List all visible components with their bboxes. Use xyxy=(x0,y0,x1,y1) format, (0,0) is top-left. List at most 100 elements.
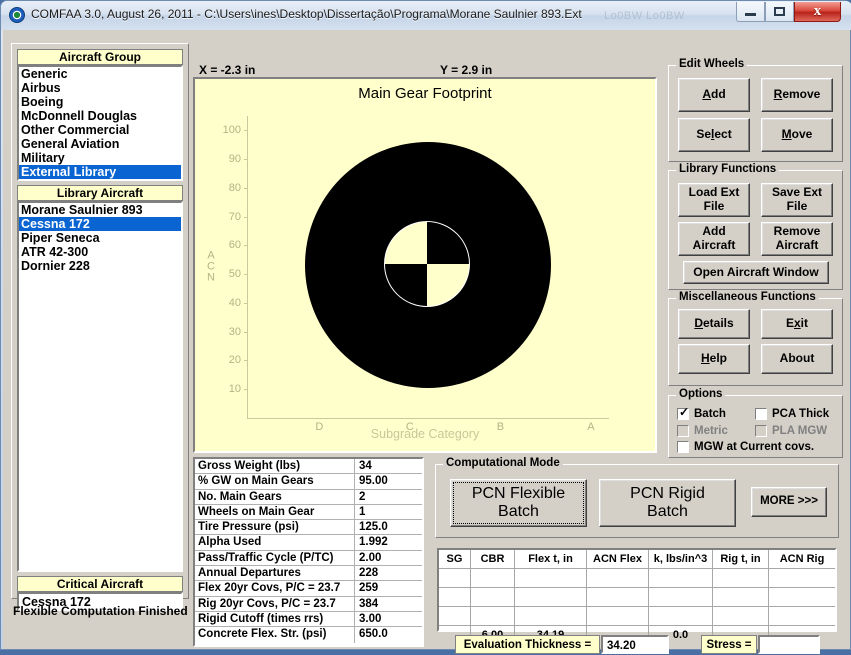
check-icon: ✓ xyxy=(679,405,690,419)
parameter-row[interactable]: No. Main Gears 2 xyxy=(195,489,422,505)
aircraft-group-item-6[interactable]: Military xyxy=(19,151,181,165)
close-button[interactable]: x xyxy=(794,2,841,22)
results-cell[interactable] xyxy=(713,569,769,587)
results-cell[interactable] xyxy=(439,569,471,587)
results-cell[interactable] xyxy=(649,607,713,625)
results-cell[interactable] xyxy=(769,607,835,625)
parameter-value[interactable]: 2.00 xyxy=(355,551,422,565)
help-button[interactable]: Help xyxy=(678,344,750,374)
results-cell[interactable] xyxy=(515,607,587,625)
results-row[interactable] xyxy=(439,569,835,588)
library-aircraft-item-0[interactable]: Morane Saulnier 893 xyxy=(19,203,181,217)
library-aircraft-item-1[interactable]: Cessna 172 xyxy=(19,217,181,231)
remove-aircraft-button[interactable]: Remove Aircraft xyxy=(761,222,833,256)
parameter-row[interactable]: Rigid Cutoff (times rrs) 3.00 xyxy=(195,611,422,628)
results-row[interactable] xyxy=(439,607,835,626)
about-button[interactable]: About xyxy=(761,344,833,374)
option-batch[interactable]: ✓ Batch xyxy=(677,405,726,420)
checkbox-icon[interactable] xyxy=(677,441,689,453)
parameter-value[interactable]: 2 xyxy=(355,490,422,504)
parameter-label: Annual Departures xyxy=(195,566,355,581)
more-button[interactable]: MORE >>> xyxy=(751,487,827,517)
results-cell[interactable] xyxy=(587,607,649,625)
library-aircraft-item-2[interactable]: Piper Seneca xyxy=(19,231,181,245)
checkbox-icon[interactable]: ✓ xyxy=(677,405,690,420)
parameter-row[interactable]: Gross Weight (lbs) 34 xyxy=(195,459,422,475)
main-gear-footprint-chart[interactable]: Main Gear Footprint ACN Subgrade Categor… xyxy=(193,77,657,453)
minimize-button[interactable] xyxy=(736,2,765,22)
aircraft-group-item-7[interactable]: External Library xyxy=(19,165,181,179)
aircraft-group-item-4[interactable]: Other Commercial xyxy=(19,123,181,137)
stress-value[interactable] xyxy=(758,635,820,654)
parameter-row[interactable]: Wheels on Main Gear 1 xyxy=(195,504,422,521)
option-mgw-at-current-covs[interactable]: MGW at Current covs. xyxy=(677,441,814,453)
select-wheel-button[interactable]: Se l ect xyxy=(678,118,750,152)
results-cell[interactable] xyxy=(713,607,769,625)
results-header-row: SG CBR Flex t, in ACN Flex k, lbs/in^3 Rig t,… xyxy=(439,550,835,569)
results-cell[interactable] xyxy=(515,588,587,606)
results-cell[interactable] xyxy=(471,607,515,625)
parameter-value[interactable]: 3.00 xyxy=(355,612,422,626)
parameter-row[interactable]: Annual Departures 228 xyxy=(195,566,422,582)
parameter-value[interactable]: 228 xyxy=(355,566,422,580)
results-cell[interactable] xyxy=(649,569,713,587)
parameter-value[interactable]: 1.992 xyxy=(355,535,422,549)
aircraft-group-item-5[interactable]: General Aviation xyxy=(19,137,181,151)
aircraft-group-item-3[interactable]: McDonnell Douglas xyxy=(19,109,181,123)
option-pca-thick[interactable]: PCA Thick xyxy=(755,408,829,420)
results-cell[interactable] xyxy=(515,569,587,587)
parameter-value[interactable]: 384 xyxy=(355,597,422,611)
parameter-value[interactable]: 125.0 xyxy=(355,520,422,534)
footprint-inner-circle xyxy=(384,221,470,307)
parameter-value[interactable]: 34 xyxy=(355,459,422,473)
aircraft-group-item-1[interactable]: Airbus xyxy=(19,81,181,95)
pcn-flexible-batch-button[interactable]: PCN Flexible Batch xyxy=(450,479,587,527)
parameter-value[interactable]: 259 xyxy=(355,581,422,595)
parameter-row[interactable]: Concrete Flex. Str. (psi) 650.0 xyxy=(195,627,422,643)
exit-button[interactable]: Ex it xyxy=(761,309,833,339)
results-cell[interactable] xyxy=(649,588,713,606)
aircraft-parameter-table[interactable]: Gross Weight (lbs) 34% GW on Main Gears 95… xyxy=(193,457,424,647)
results-grid[interactable]: SG CBR Flex t, in ACN Flex k, lbs/in^3 Rig t,… xyxy=(437,548,837,645)
library-aircraft-item-3[interactable]: ATR 42-300 xyxy=(19,245,181,259)
parameter-row[interactable]: Rig 20yr Covs, P/C = 23.7 384 xyxy=(195,596,422,612)
move-wheel-button[interactable]: Move xyxy=(761,118,833,152)
parameter-row[interactable]: Tire Pressure (psi) 125.0 xyxy=(195,520,422,536)
aircraft-group-item-2[interactable]: Boeing xyxy=(19,95,181,109)
parameter-value[interactable]: 1 xyxy=(355,505,422,519)
results-cell[interactable] xyxy=(587,569,649,587)
parameter-value[interactable]: 95.00 xyxy=(355,474,422,488)
aircraft-group-item-0[interactable]: Generic xyxy=(19,67,181,81)
library-aircraft-item-4[interactable]: Dornier 228 xyxy=(19,259,181,273)
results-row[interactable] xyxy=(439,588,835,607)
results-cell[interactable] xyxy=(769,588,835,606)
maximize-button[interactable] xyxy=(765,2,794,22)
checkbox-icon[interactable] xyxy=(755,408,767,420)
save-ext-file-button[interactable]: Save Ext File xyxy=(761,183,833,217)
results-column-header: k, lbs/in^3 xyxy=(649,550,713,568)
load-ext-file-button[interactable]: Load Ext File xyxy=(678,183,750,217)
pcn-rigid-batch-button[interactable]: PCN Rigid Batch xyxy=(599,479,736,527)
results-cell[interactable] xyxy=(769,569,835,587)
evaluation-thickness-value[interactable]: 34.20 xyxy=(601,635,669,654)
add-wheel-button[interactable]: Add xyxy=(678,78,750,112)
results-cell[interactable] xyxy=(439,607,471,625)
library-aircraft-list[interactable]: Morane Saulnier 893 Cessna 172 Piper Senec… xyxy=(17,201,183,572)
results-cell[interactable] xyxy=(471,588,515,606)
open-aircraft-window-button[interactable]: Open Aircraft Window xyxy=(683,261,829,284)
aircraft-group-list[interactable]: Generic Airbus Boeing McDonnell Douglas Othe… xyxy=(17,65,183,181)
remove-wheel-button[interactable]: Remove xyxy=(761,78,833,112)
results-cell[interactable] xyxy=(587,588,649,606)
parameter-row[interactable]: Alpha Used 1.992 xyxy=(195,535,422,551)
results-cell[interactable] xyxy=(439,588,471,606)
parameter-row[interactable]: Flex 20yr Covs, P/C = 23.7 259 xyxy=(195,581,422,597)
results-cell[interactable] xyxy=(471,569,515,587)
parameter-row[interactable]: % GW on Main Gears 95.00 xyxy=(195,474,422,490)
parameter-value[interactable]: 650.0 xyxy=(355,627,422,642)
details-button[interactable]: Details xyxy=(678,309,750,339)
parameter-row[interactable]: Pass/Traffic Cycle (P/TC) 2.00 xyxy=(195,550,422,567)
results-cell[interactable] xyxy=(713,588,769,606)
y-tick-label-90: 90 xyxy=(228,153,241,166)
title-bar[interactable]: COMFAA 3.0, August 26, 2011 - C:\Users\i… xyxy=(1,1,851,30)
add-aircraft-button[interactable]: Add Aircraft xyxy=(678,222,750,256)
